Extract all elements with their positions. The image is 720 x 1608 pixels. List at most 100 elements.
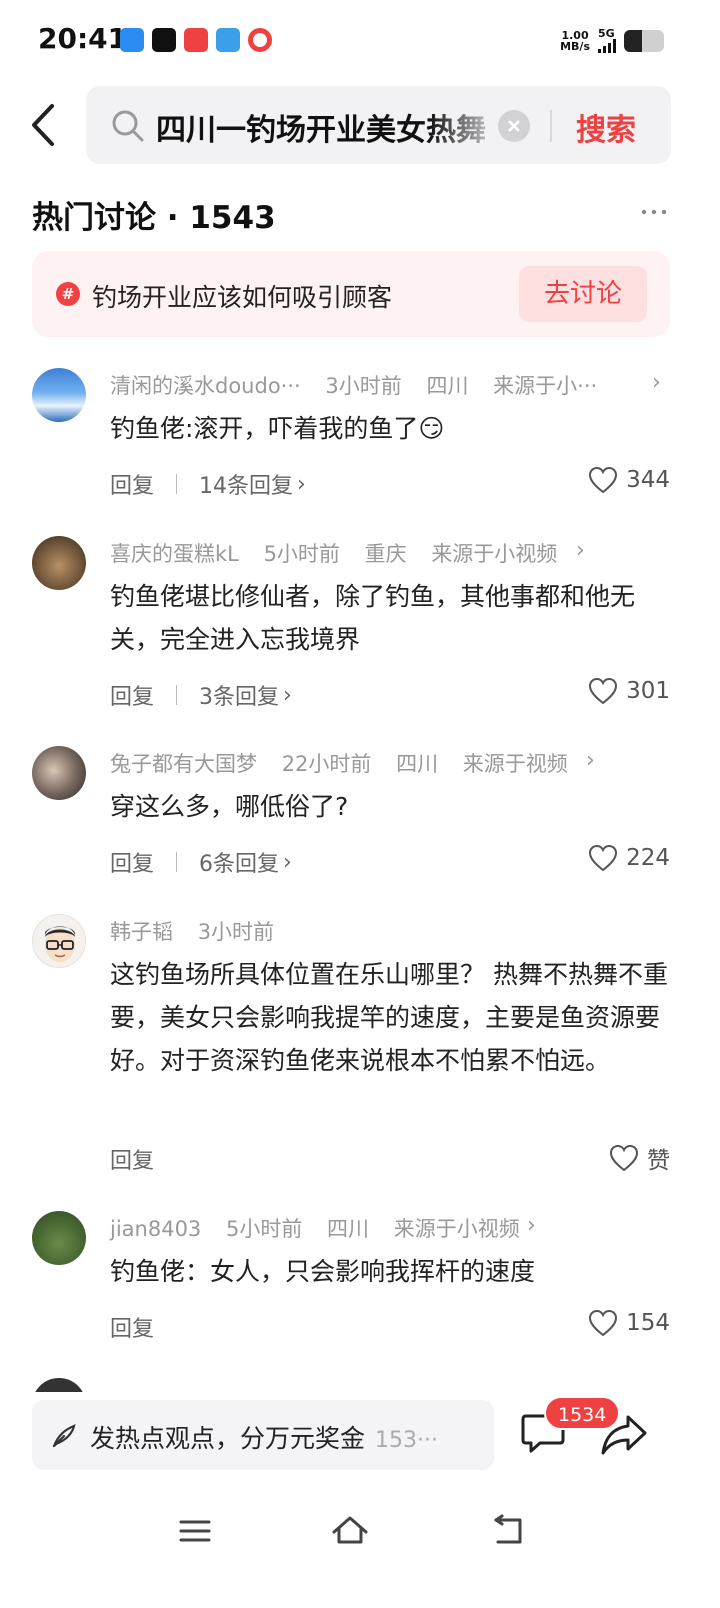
avatar[interactable] [32,746,86,800]
username[interactable]: 兔子都有大国梦 [110,752,257,776]
comment-time: 3小时前 [197,920,275,944]
like-button[interactable]: 赞 [609,1141,670,1175]
back-arrow-icon[interactable] [26,100,66,150]
like-count: 154 [626,1310,670,1336]
comment-input-placeholder: 发热点观点，分万元奖金 [90,1424,366,1453]
heart-icon [589,844,618,872]
reply-button[interactable]: 回复 [110,1311,154,1343]
notification-icons [120,28,272,52]
like-count: 赞 [647,1148,670,1174]
avatar[interactable] [32,1211,86,1265]
username[interactable]: jian8403 [110,1217,201,1241]
heart-icon [589,466,618,494]
more-icon[interactable] [640,198,668,226]
comment-time: 3小时前 [325,374,402,398]
topic-card[interactable]: # 钓场开业应该如何吸引顾客 去讨论 [32,251,670,337]
comment-location: 四川 [396,752,439,776]
comment-time: 5小时前 [225,1217,303,1241]
like-button[interactable]: 301 [588,677,670,705]
chevron-right-icon: › [297,471,306,497]
pen-icon [52,1424,76,1448]
topic-text: 钓场开业应该如何吸引顾客 [92,283,393,312]
signal-bars-icon [598,39,616,53]
chevron-right-icon[interactable]: › [576,538,585,563]
like-button[interactable]: 224 [588,844,670,872]
app-notification-icon [152,28,176,52]
app-notification-icon [216,28,240,52]
view-replies-link[interactable]: 6条回复 [199,846,279,878]
comment-meta: jian8403 5小时前 四川 来源于小视频 [110,1213,538,1243]
comment-time: 22小时前 [281,752,372,776]
comment-source[interactable]: 来源于小··· [493,374,597,398]
share-icon[interactable] [600,1412,648,1456]
comment-meta: 喜庆的蛋糕kL 5小时前 重庆 来源于小视频 [110,538,575,568]
reply-button[interactable]: 回复 [110,468,154,500]
chevron-right-icon[interactable]: › [652,370,661,395]
avatar[interactable] [32,914,86,968]
heart-icon [589,1309,618,1337]
comment-meta: 兔子都有大国梦 22小时前 四川 来源于视频 [110,748,586,778]
username[interactable]: 韩子韬 [110,920,173,944]
app-notification-icon [248,28,272,52]
avatar [32,1378,86,1392]
hashtag-icon: # [56,282,80,306]
comment-count-hint: 153··· [375,1428,438,1453]
clear-icon[interactable] [498,110,530,142]
home-icon[interactable] [330,1512,370,1548]
comment-input[interactable]: 发热点观点，分万元奖金 153··· [32,1400,494,1470]
comment-source[interactable]: 来源于视频 [463,752,568,776]
app-notification-icon [120,28,144,52]
reply-button[interactable]: 回复 [110,679,154,711]
comment-meta: 韩子韬 3小时前 [110,916,292,946]
comment-meta: 清闲的溪水doudo··· 3小时前 四川 来源于小··· [110,370,615,400]
comment-location: 四川 [426,374,469,398]
section-title: 热门讨论 · 1543 [32,200,276,236]
system-nav-bar [0,1490,720,1608]
comment-source[interactable]: 来源于小视频 [394,1217,520,1241]
chevron-right-icon[interactable]: › [527,1213,536,1238]
like-count: 224 [626,845,670,871]
net-speed: 1.00 MB/s [560,28,590,53]
avatar[interactable] [32,536,86,590]
reply-button[interactable]: 回复 [110,1143,154,1175]
divider [176,474,178,494]
chevron-right-icon: › [283,849,292,875]
comment-text[interactable]: 钓鱼佬堪比修仙者，除了钓鱼，其他事都和他无关，完全进入忘我境界 [110,575,670,661]
username[interactable]: 清闲的溪水doudo··· [110,374,301,398]
signal-indicator: 5G [598,28,616,53]
toutiao-notification-icon [184,28,208,52]
search-button[interactable]: 搜索 [576,105,636,149]
view-replies-link[interactable]: 14条回复 [199,468,293,500]
like-count: 301 [626,678,670,704]
comment-text[interactable]: 穿这么多，哪低俗了? [110,785,670,828]
comment-source[interactable]: 来源于小视频 [431,542,557,566]
menu-icon[interactable] [175,1512,215,1548]
status-time: 20:41 [38,22,128,55]
comment-text[interactable]: 钓鱼佬：女人，只会影响我挥杆的速度 [110,1250,670,1293]
like-count: 344 [626,467,670,493]
reply-button[interactable]: 回复 [110,846,154,878]
divider [176,852,178,872]
heart-icon [589,677,618,705]
divider [176,685,178,705]
comment-time: 5小时前 [263,542,340,566]
comment-location: 重庆 [364,542,407,566]
discuss-button[interactable]: 去讨论 [519,266,647,322]
chevron-right-icon[interactable]: › [586,748,595,773]
like-button[interactable]: 154 [588,1309,670,1337]
comment-text[interactable]: 这钓鱼场所具体位置在乐山哪里？ 热舞不热舞不重要，美女只会影响我提竿的速度，主要… [110,953,670,1082]
avatar[interactable] [32,368,86,422]
like-button[interactable]: 344 [588,466,670,494]
search-input[interactable]: 四川一钓场开业美女热舞 [156,105,506,149]
comment-location: 四川 [327,1217,370,1241]
battery-icon [624,29,664,52]
back-icon[interactable] [488,1512,528,1548]
search-icon [112,110,144,142]
heart-icon [609,1144,639,1172]
comment-text[interactable]: 钓鱼佬:滚开，吓着我的鱼了😏 [110,407,670,450]
username[interactable]: 喜庆的蛋糕kL [110,542,239,566]
chevron-right-icon: › [283,682,292,708]
search-bar[interactable]: 四川一钓场开业美女热舞 搜索 [86,86,671,164]
divider [550,110,552,142]
view-replies-link[interactable]: 3条回复 [199,679,279,711]
